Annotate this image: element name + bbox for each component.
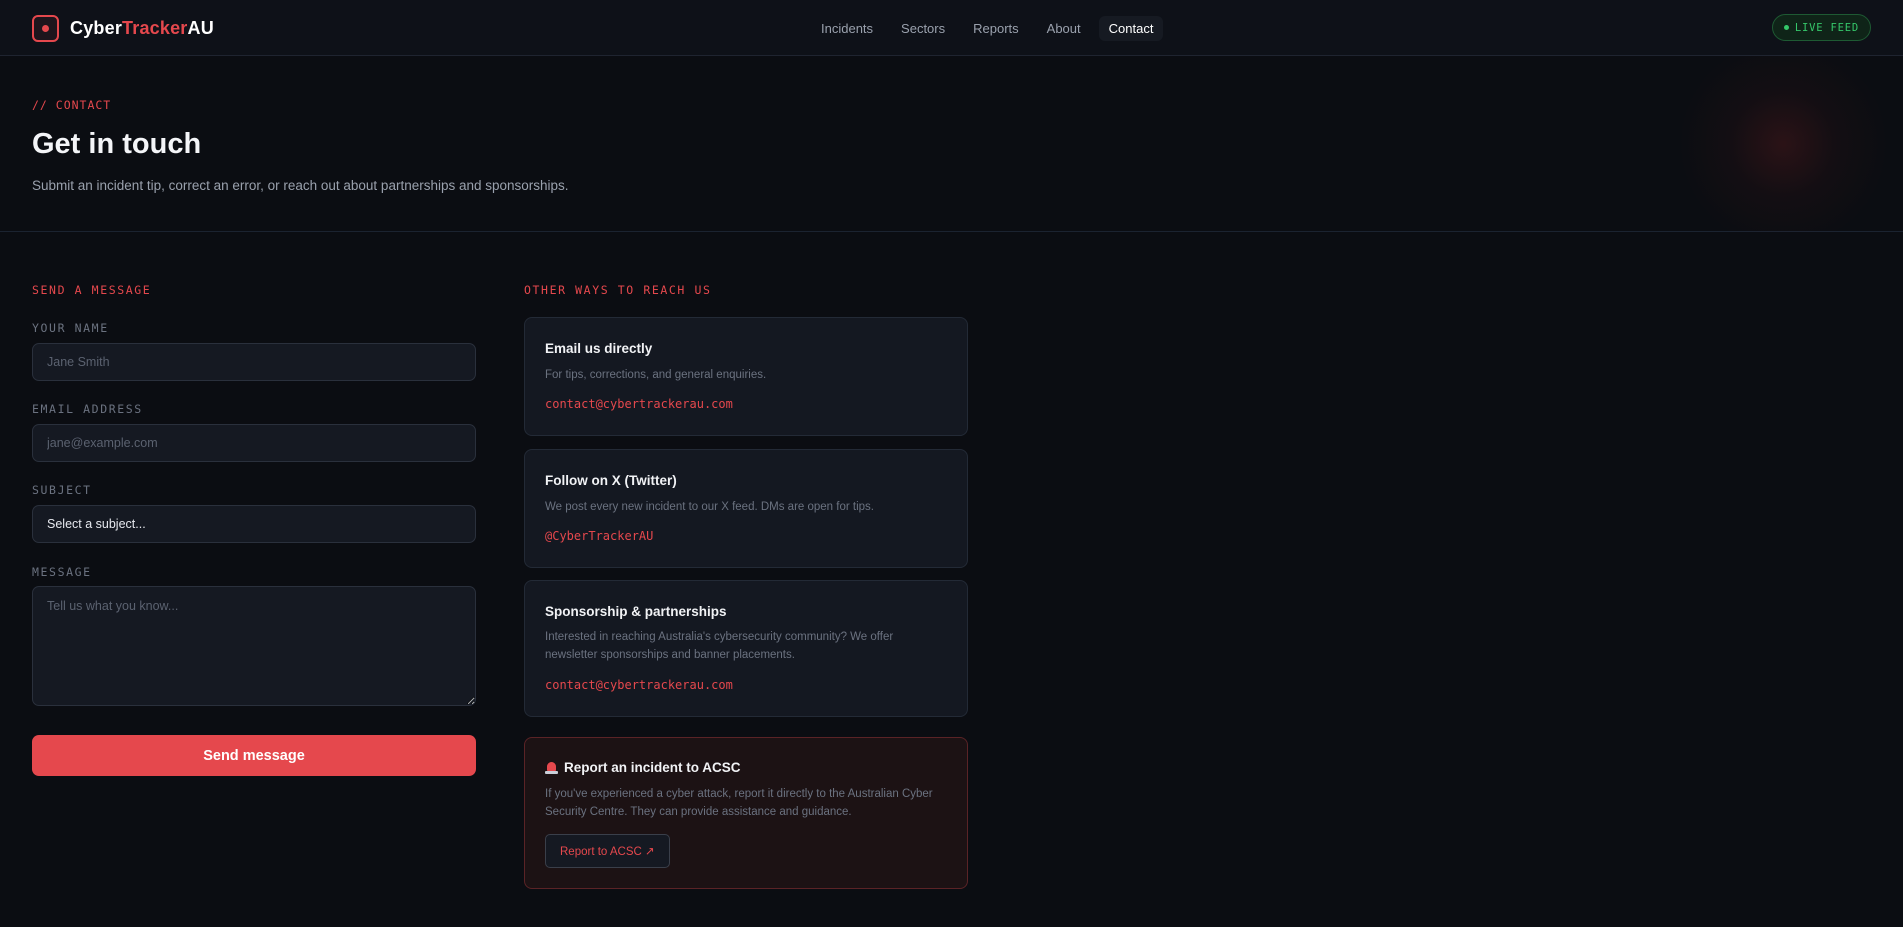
brand-logo[interactable]: CyberTrackerAU <box>32 14 214 42</box>
status-dot-icon <box>1783 25 1789 30</box>
brand-name-part2: Tracker <box>122 17 188 38</box>
subject-select[interactable]: Select a subject... <box>32 505 476 543</box>
sponsorship-card-desc: Interested in reaching Australia's cyber… <box>545 631 894 661</box>
brand-name-part1: Cyber <box>70 17 123 38</box>
nav-item-reports[interactable]: Reports <box>963 16 1029 41</box>
form-section-label: SEND A MESSAGE <box>32 283 152 297</box>
sponsorship-card-title: Sponsorship & partnerships <box>545 604 727 619</box>
email-card-title: Email us directly <box>545 341 653 356</box>
page-subtitle: Submit an incident tip, correct an error… <box>32 178 569 193</box>
name-input[interactable] <box>32 343 476 381</box>
email-card-link[interactable]: contact@cybertrackerau.com <box>545 397 733 411</box>
sponsorship-card-link[interactable]: contact@cybertrackerau.com <box>545 678 733 692</box>
twitter-card-link[interactable]: @CyberTrackerAU <box>545 529 653 543</box>
acsc-alert-title-text: Report an incident to ACSC <box>564 760 741 775</box>
twitter-card: Follow on X (Twitter) We post every new … <box>524 449 968 568</box>
brand-name-part3: AU <box>187 17 214 38</box>
message-textarea[interactable] <box>32 586 476 706</box>
nav-item-sectors[interactable]: Sectors <box>891 16 955 41</box>
twitter-card-title: Follow on X (Twitter) <box>545 473 677 488</box>
email-input[interactable] <box>32 424 476 462</box>
nav-item-about[interactable]: About <box>1037 16 1091 41</box>
main-nav: Incidents Sectors Reports About Contact <box>811 16 1171 41</box>
name-label: YOUR NAME <box>32 321 109 335</box>
hero-section: // CONTACT Get in touch Submit an incide… <box>0 56 1903 232</box>
report-to-acsc-button[interactable]: Report to ACSC ↗ <box>545 834 670 868</box>
sponsorship-card: Sponsorship & partnerships Interested in… <box>524 580 968 717</box>
acsc-alert-card: Report an incident to ACSC If you've exp… <box>524 737 968 889</box>
nav-item-incidents[interactable]: Incidents <box>811 16 883 41</box>
subject-select-value: Select a subject... <box>47 517 146 531</box>
email-card: Email us directly For tips, corrections,… <box>524 317 968 436</box>
message-label: MESSAGE <box>32 565 92 579</box>
live-feed-badge[interactable]: LIVE FEED <box>1771 14 1871 41</box>
live-feed-label: LIVE FEED <box>1794 21 1859 34</box>
twitter-card-desc: We post every new incident to our X feed… <box>545 501 874 513</box>
other-ways-section-label: OTHER WAYS TO REACH US <box>524 283 712 297</box>
record-dot-icon <box>32 14 59 42</box>
subject-label: SUBJECT <box>32 483 92 497</box>
acsc-alert-desc: If you've experienced a cyber attack, re… <box>545 788 933 818</box>
top-navbar: CyberTrackerAU Incidents Sectors Reports… <box>0 0 1903 56</box>
email-label: EMAIL ADDRESS <box>32 402 143 416</box>
nav-item-contact[interactable]: Contact <box>1098 16 1164 41</box>
hero-glow <box>1663 56 1903 232</box>
siren-icon <box>545 761 558 774</box>
send-message-button[interactable]: Send message <box>32 735 476 776</box>
hero-eyebrow: // CONTACT <box>32 98 112 112</box>
email-card-desc: For tips, corrections, and general enqui… <box>545 369 767 381</box>
page-title: Get in touch <box>32 128 202 160</box>
acsc-alert-title: Report an incident to ACSC <box>545 760 741 775</box>
brand-name: CyberTrackerAU <box>70 18 214 39</box>
